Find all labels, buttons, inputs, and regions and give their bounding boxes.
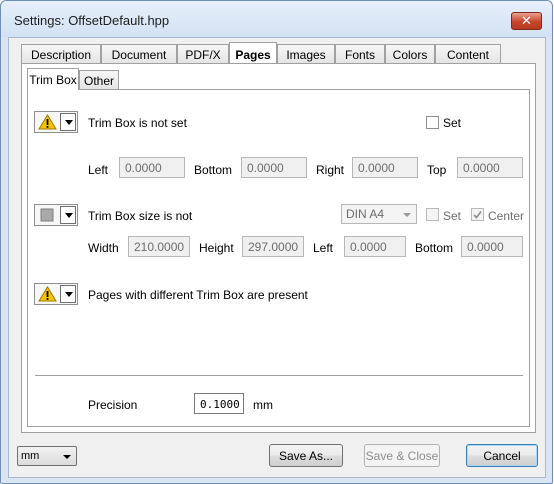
dialog-body: Description Document PDF/X Pages Images … (8, 37, 546, 478)
chevron-down-icon[interactable] (60, 206, 76, 224)
tab-pdfx[interactable]: PDF/X (177, 44, 229, 64)
chevron-down-icon[interactable] (60, 285, 76, 303)
left-field[interactable]: 0.0000 (119, 157, 185, 178)
mixed-trim-status-button[interactable] (34, 283, 78, 305)
subtab-trim-box[interactable]: Trim Box (27, 68, 79, 90)
tab-colors[interactable]: Colors (385, 44, 435, 64)
pages-tab-panel: Trim Box Other Trim Box is not set Set L… (21, 63, 536, 433)
offset-left-label: Left (313, 241, 334, 255)
bottom-label: Bottom (194, 163, 233, 177)
save-close-button[interactable]: Save & Close (364, 444, 440, 467)
gray-square-icon (35, 205, 60, 225)
top-label: Top (427, 163, 447, 177)
width-field[interactable]: 210.0000 (128, 236, 190, 257)
width-label: Width (88, 241, 119, 255)
right-field[interactable]: 0.0000 (352, 157, 418, 178)
tab-content[interactable]: Content (435, 44, 501, 64)
tab-pages[interactable]: Pages (229, 42, 277, 64)
paper-size-value: DIN A4 (346, 207, 385, 221)
paper-size-select[interactable]: DIN A4 (341, 204, 417, 224)
units-value: mm (21, 450, 40, 462)
bottom-field[interactable]: 0.0000 (241, 157, 307, 178)
chevron-down-icon (403, 213, 411, 217)
right-label: Right (316, 163, 345, 177)
trim-box-set-label: Set (443, 116, 462, 130)
precision-input[interactable]: 0.1000 (194, 393, 244, 414)
offset-bottom-label: Bottom (415, 241, 454, 255)
separator (35, 375, 523, 376)
center-checkbox[interactable] (471, 208, 484, 221)
check-icon (473, 211, 482, 219)
precision-unit: mm (253, 398, 273, 412)
main-tabs: Description Document PDF/X Pages Images … (21, 42, 506, 64)
save-as-button[interactable]: Save As... (269, 444, 343, 467)
trim-box-status-button[interactable] (34, 111, 78, 133)
offset-left-field[interactable]: 0.0000 (344, 236, 406, 257)
height-label: Height (199, 241, 234, 255)
trim-box-set-checkbox[interactable] (426, 116, 439, 129)
title-bar: Settings: OffsetDefault.hpp ✕ (1, 1, 552, 37)
trim-size-set-checkbox[interactable] (426, 208, 439, 221)
cancel-button[interactable]: Cancel (466, 444, 538, 467)
chevron-down-icon (63, 455, 71, 459)
offset-bottom-field[interactable]: 0.0000 (461, 236, 523, 257)
close-button[interactable]: ✕ (511, 12, 542, 30)
chevron-down-icon[interactable] (60, 113, 76, 131)
tab-fonts[interactable]: Fonts (335, 44, 385, 64)
subtab-other[interactable]: Other (79, 70, 119, 90)
top-field[interactable]: 0.0000 (457, 157, 523, 178)
warning-icon (35, 112, 60, 132)
trim-size-status-text: Trim Box size is not (88, 209, 193, 223)
trim-size-status-button[interactable] (34, 204, 78, 226)
tab-document[interactable]: Document (101, 44, 177, 64)
units-select[interactable]: mm (17, 446, 77, 466)
mixed-trim-status-text: Pages with different Trim Box are presen… (88, 288, 308, 302)
center-label: Center (488, 209, 525, 223)
settings-window: Settings: OffsetDefault.hpp ✕ Descriptio… (0, 0, 553, 484)
height-field[interactable]: 297.0000 (242, 236, 304, 257)
tab-images[interactable]: Images (277, 44, 335, 64)
warning-icon (35, 284, 60, 304)
window-title: Settings: OffsetDefault.hpp (14, 13, 170, 28)
trim-box-status-text: Trim Box is not set (88, 116, 187, 130)
trim-box-panel: Trim Box is not set Set Left 0.0000 Bott… (27, 89, 530, 427)
trim-size-set-label: Set (443, 209, 462, 223)
precision-label: Precision (88, 398, 138, 412)
left-label: Left (88, 163, 109, 177)
tab-description[interactable]: Description (21, 44, 101, 64)
